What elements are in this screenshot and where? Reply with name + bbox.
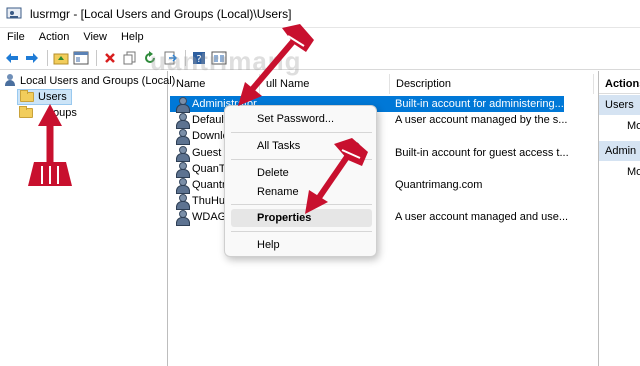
- folder-icon: [20, 90, 34, 102]
- delete-icon[interactable]: [101, 49, 119, 67]
- actions-more-users[interactable]: Mo: [627, 120, 640, 132]
- toolbar-divider: [47, 49, 48, 66]
- context-menu: Set Password... All Tasks › Delete Renam…: [224, 105, 377, 257]
- menu-item-rename[interactable]: Rename: [231, 183, 372, 201]
- user-icon: [175, 178, 190, 194]
- computer-users-icon: [4, 74, 17, 87]
- menu-file[interactable]: File: [0, 31, 32, 43]
- user-description: Built-in account for administering...: [395, 98, 564, 110]
- toolbar: ?: [0, 46, 640, 70]
- column-header-full-name-label: ull Name: [266, 78, 310, 90]
- menu-separator: [231, 159, 372, 160]
- menu-item-set-password[interactable]: Set Password...: [231, 110, 372, 128]
- console-tree: Local Users and Groups (Local) Users oup…: [0, 71, 175, 366]
- column-header-description[interactable]: Description: [390, 74, 594, 94]
- column-header-full-name[interactable]: ull Name: [260, 74, 390, 94]
- menu-item-properties[interactable]: Properties: [231, 209, 372, 227]
- user-icon: [175, 146, 190, 162]
- tree-node-users[interactable]: Users: [17, 89, 72, 105]
- menu-item-all-tasks-label: All Tasks: [257, 140, 301, 152]
- window-title: lusrmgr - [Local Users and Groups (Local…: [30, 6, 292, 21]
- menu-item-delete[interactable]: Delete: [231, 164, 372, 182]
- tree-users-label: Users: [38, 91, 67, 103]
- up-folder-icon[interactable]: [52, 49, 70, 67]
- back-arrow-icon[interactable]: [3, 49, 21, 67]
- user-icon: [175, 113, 190, 129]
- column-header-description-label: Description: [396, 78, 452, 90]
- actions-pane: Actions Users Mo Admin Mo: [598, 71, 640, 366]
- forward-arrow-icon[interactable]: [23, 49, 41, 67]
- user-description: A user account managed and use...: [395, 211, 569, 223]
- tree-groups-label: oups: [53, 107, 77, 119]
- user-description: Quantrimang.com: [395, 179, 483, 191]
- menu-separator: [231, 231, 372, 232]
- folder-icon: [19, 106, 33, 118]
- actions-section-administrator[interactable]: Admin: [599, 141, 640, 161]
- user-icon: [175, 129, 190, 145]
- user-icon: [175, 194, 190, 210]
- user-icon: [175, 97, 190, 113]
- user-icon: [175, 210, 190, 226]
- watermark-text: uantrimang: [150, 46, 302, 76]
- tree-node-groups[interactable]: oups: [19, 106, 77, 119]
- actions-header: Actions: [599, 74, 640, 94]
- chevron-right-icon: ›: [356, 139, 360, 151]
- column-header-name-label: Name: [176, 78, 206, 90]
- actions-more-administrator[interactable]: Mo: [627, 166, 640, 178]
- user-description: A user account managed by the s...: [395, 114, 568, 126]
- menu-item-all-tasks[interactable]: All Tasks ›: [231, 137, 372, 155]
- menu-help[interactable]: Help: [114, 31, 151, 43]
- copy-icon[interactable]: [121, 49, 139, 67]
- show-hide-tree-icon[interactable]: [72, 49, 90, 67]
- app-icon: [6, 7, 22, 21]
- user-icon: [175, 162, 190, 178]
- menu-view[interactable]: View: [76, 31, 114, 43]
- menu-separator: [231, 204, 372, 205]
- user-description: Built-in account for guest access t...: [395, 147, 569, 159]
- menu-item-help[interactable]: Help: [231, 236, 372, 254]
- actions-section-users[interactable]: Users: [599, 95, 640, 115]
- toolbar-divider: [96, 49, 97, 66]
- title-bar: lusrmgr - [Local Users and Groups (Local…: [0, 0, 640, 28]
- menu-bar: File Action View Help: [0, 28, 640, 46]
- menu-separator: [231, 132, 372, 133]
- menu-action[interactable]: Action: [32, 31, 77, 43]
- column-header-name[interactable]: Name: [170, 74, 260, 94]
